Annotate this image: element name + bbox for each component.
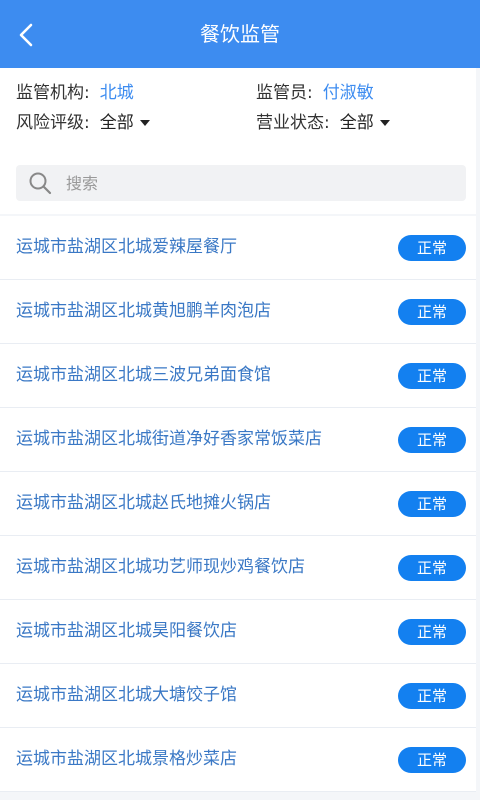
- business-select[interactable]: 全部: [340, 108, 390, 138]
- list-item[interactable]: 运城市盐湖区北城街道净好香家常饭菜店 正常: [0, 408, 476, 472]
- list-item-name: 运城市盐湖区北城黄旭鹏羊肉泡店: [16, 301, 271, 321]
- supervisor-label: 监管员:: [256, 83, 313, 103]
- caret-down-icon: [379, 120, 390, 126]
- search-box[interactable]: [16, 165, 466, 201]
- list-item[interactable]: 运城市盐湖区北城三波兄弟面食馆 正常: [0, 344, 476, 408]
- status-badge: 正常: [398, 491, 466, 517]
- list-item-name: 运城市盐湖区北城三波兄弟面食馆: [16, 365, 271, 385]
- app-header: 餐饮监管: [0, 0, 480, 68]
- search-icon: [28, 171, 52, 195]
- org-filter: 监管机构: 北城: [16, 78, 134, 108]
- filter-panel: 监管机构: 北城 监管员: 付淑敏 风险评级: 全部 营业状态: 全部: [0, 68, 476, 162]
- status-badge: 正常: [398, 363, 466, 389]
- status-badge: 正常: [398, 747, 466, 773]
- org-value[interactable]: 北城: [100, 78, 134, 108]
- chevron-left-icon: [19, 23, 33, 47]
- risk-select-value: 全部: [99, 113, 134, 133]
- list-item[interactable]: 运城市盐湖区北城景格炒菜店 正常: [0, 728, 476, 792]
- business-filter: 营业状态: 全部: [256, 108, 390, 138]
- list-item-name: 运城市盐湖区北城爱辣屋餐厅: [16, 237, 237, 257]
- org-label: 监管机构:: [16, 83, 90, 103]
- page-title: 餐饮监管: [200, 22, 280, 46]
- list-item-name: 运城市盐湖区北城大塘饺子馆: [16, 685, 237, 705]
- search-input[interactable]: [64, 167, 448, 199]
- supervisor-filter: 监管员: 付淑敏: [256, 78, 374, 108]
- list-item-name: 运城市盐湖区北城街道净好香家常饭菜店: [16, 429, 322, 449]
- risk-select[interactable]: 全部: [100, 108, 150, 138]
- list-item-name: 运城市盐湖区北城功艺师现炒鸡餐饮店: [16, 557, 305, 577]
- risk-label: 风险评级:: [16, 113, 90, 133]
- list-item[interactable]: 运城市盐湖区北城大塘饺子馆 正常: [0, 664, 476, 728]
- list-item[interactable]: 运城市盐湖区北城昊阳餐饮店 正常: [0, 600, 476, 664]
- search-bar: [0, 162, 476, 214]
- list-item-name: 运城市盐湖区北城昊阳餐饮店: [16, 621, 237, 641]
- risk-filter: 风险评级: 全部: [16, 108, 150, 138]
- status-badge: 正常: [398, 683, 466, 709]
- list-item[interactable]: 运城市盐湖区北城爱辣屋餐厅 正常: [0, 216, 476, 280]
- business-label: 营业状态:: [256, 113, 330, 133]
- restaurant-list: 运城市盐湖区北城爱辣屋餐厅 正常 运城市盐湖区北城黄旭鹏羊肉泡店 正常 运城市盐…: [0, 216, 476, 792]
- status-badge: 正常: [398, 619, 466, 645]
- status-badge: 正常: [398, 299, 466, 325]
- status-badge: 正常: [398, 427, 466, 453]
- supervisor-value[interactable]: 付淑敏: [323, 78, 374, 108]
- list-item-name: 运城市盐湖区北城景格炒菜店: [16, 749, 237, 769]
- back-button[interactable]: [14, 20, 38, 50]
- list-item[interactable]: 运城市盐湖区北城黄旭鹏羊肉泡店 正常: [0, 280, 476, 344]
- status-badge: 正常: [398, 235, 466, 261]
- list-item-name: 运城市盐湖区北城赵氏地摊火锅店: [16, 493, 271, 513]
- list-item[interactable]: 运城市盐湖区北城功艺师现炒鸡餐饮店 正常: [0, 536, 476, 600]
- business-select-value: 全部: [339, 113, 374, 133]
- caret-down-icon: [139, 120, 150, 126]
- list-item[interactable]: 运城市盐湖区北城赵氏地摊火锅店 正常: [0, 472, 476, 536]
- status-badge: 正常: [398, 555, 466, 581]
